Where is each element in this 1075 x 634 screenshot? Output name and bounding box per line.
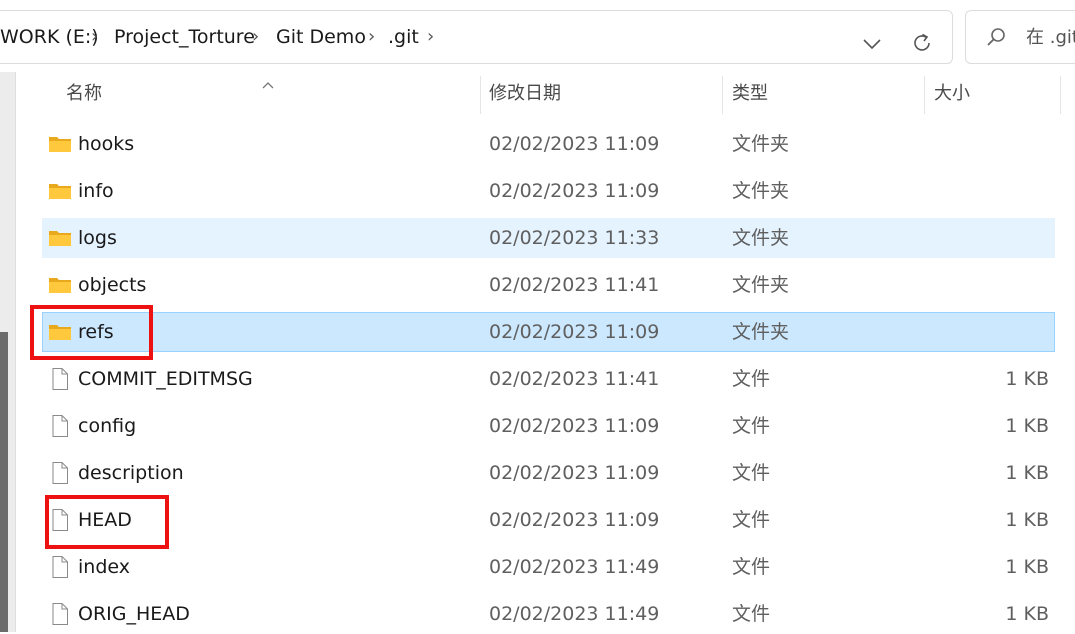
annotation-highlight-refs <box>30 305 153 360</box>
file-row-index[interactable]: index 02/02/2023 11:49 文件 1 KB <box>42 547 1055 587</box>
folder-icon <box>48 132 72 156</box>
breadcrumb-separator[interactable]: › <box>368 25 375 49</box>
file-icon <box>48 602 72 626</box>
file-date: 02/02/2023 11:41 <box>489 274 660 296</box>
file-row-orig-head[interactable]: ORIG_HEAD 02/02/2023 11:49 文件 1 KB <box>42 594 1055 634</box>
folder-icon <box>48 179 72 203</box>
column-header: 名称 修改日期 类型 大小 <box>15 72 1075 118</box>
file-name: logs <box>78 227 117 249</box>
file-name: config <box>78 415 137 437</box>
file-size: 1 KB <box>1005 415 1049 437</box>
breadcrumb-separator[interactable]: › <box>91 25 98 49</box>
file-row-description[interactable]: description 02/02/2023 11:09 文件 1 KB <box>42 453 1055 493</box>
folder-icon <box>48 226 72 250</box>
column-header-type[interactable]: 类型 <box>732 82 768 106</box>
file-type: 文件夹 <box>732 321 790 343</box>
file-date: 02/02/2023 11:49 <box>489 556 660 578</box>
file-type: 文件夹 <box>732 133 790 155</box>
file-date: 02/02/2023 11:49 <box>489 603 660 625</box>
file-date: 02/02/2023 11:09 <box>489 180 660 202</box>
annotation-highlight-head <box>45 495 169 549</box>
file-size: 1 KB <box>1005 603 1049 625</box>
search-input[interactable]: 在 .git <box>965 10 1075 64</box>
file-row-head[interactable]: HEAD 02/02/2023 11:09 文件 1 KB <box>42 500 1055 540</box>
column-divider[interactable] <box>1060 76 1061 114</box>
search-placeholder: 在 .git <box>1026 27 1075 48</box>
file-type: 文件 <box>732 415 771 437</box>
column-divider[interactable] <box>480 76 481 114</box>
file-date: 02/02/2023 11:09 <box>489 462 660 484</box>
breadcrumb-git-demo[interactable]: Git Demo <box>276 25 366 49</box>
file-size: 1 KB <box>1005 509 1049 531</box>
breadcrumb-current[interactable]: .git <box>388 25 419 49</box>
file-name: objects <box>78 274 147 296</box>
file-name: index <box>78 556 130 578</box>
breadcrumb-project[interactable]: Project_Torture <box>114 25 255 49</box>
file-type: 文件 <box>732 368 771 390</box>
file-row-info[interactable]: info 02/02/2023 11:09 文件夹 <box>42 171 1055 211</box>
file-row-logs[interactable]: logs 02/02/2023 11:33 文件夹 <box>42 218 1055 258</box>
file-date: 02/02/2023 11:41 <box>489 368 660 390</box>
toolbar: WORK (E:) › Project_Torture › Git Demo ›… <box>0 0 1075 72</box>
column-header-size[interactable]: 大小 <box>934 82 970 106</box>
file-name: ORIG_HEAD <box>78 603 190 625</box>
file-icon <box>48 367 72 391</box>
file-date: 02/02/2023 11:33 <box>489 227 660 249</box>
file-icon <box>48 414 72 438</box>
file-type: 文件夹 <box>732 180 790 202</box>
file-date: 02/02/2023 11:09 <box>489 133 660 155</box>
file-type: 文件 <box>732 556 771 578</box>
breadcrumb-separator[interactable]: › <box>427 25 434 49</box>
file-type: 文件夹 <box>732 227 790 249</box>
file-name: info <box>78 180 114 202</box>
file-icon <box>48 555 72 579</box>
chevron-down-icon[interactable] <box>862 35 882 54</box>
sort-ascending-icon <box>262 74 274 93</box>
file-type: 文件夹 <box>732 274 790 296</box>
folder-icon <box>48 273 72 297</box>
address-bar[interactable]: WORK (E:) › Project_Torture › Git Demo ›… <box>0 10 953 64</box>
file-row-hooks[interactable]: hooks 02/02/2023 11:09 文件夹 <box>42 124 1055 164</box>
column-header-name[interactable]: 名称 <box>66 82 102 106</box>
file-icon <box>48 461 72 485</box>
file-name: COMMIT_EDITMSG <box>78 368 253 390</box>
navigation-pane-scrollbar[interactable] <box>0 332 8 632</box>
column-divider[interactable] <box>722 76 723 114</box>
refresh-icon[interactable] <box>910 31 934 59</box>
column-header-date[interactable]: 修改日期 <box>489 82 561 106</box>
file-type: 文件 <box>732 509 771 531</box>
column-divider[interactable] <box>924 76 925 114</box>
file-name: hooks <box>78 133 135 155</box>
file-row-objects[interactable]: objects 02/02/2023 11:41 文件夹 <box>42 265 1055 305</box>
file-name: description <box>78 462 184 484</box>
breadcrumb-drive[interactable]: WORK (E:) <box>0 25 99 49</box>
file-row-refs[interactable]: refs 02/02/2023 11:09 文件夹 <box>42 312 1055 352</box>
file-size: 1 KB <box>1005 556 1049 578</box>
file-type: 文件 <box>732 462 771 484</box>
file-date: 02/02/2023 11:09 <box>489 321 660 343</box>
file-size: 1 KB <box>1005 368 1049 390</box>
file-date: 02/02/2023 11:09 <box>489 415 660 437</box>
file-size: 1 KB <box>1005 462 1049 484</box>
file-type: 文件 <box>732 603 771 625</box>
file-date: 02/02/2023 11:09 <box>489 509 660 531</box>
file-row-config[interactable]: config 02/02/2023 11:09 文件 1 KB <box>42 406 1055 446</box>
breadcrumb-separator[interactable]: › <box>252 25 259 49</box>
search-icon <box>985 26 1007 52</box>
file-row-commit-editmsg[interactable]: COMMIT_EDITMSG 02/02/2023 11:41 文件 1 KB <box>42 359 1055 399</box>
